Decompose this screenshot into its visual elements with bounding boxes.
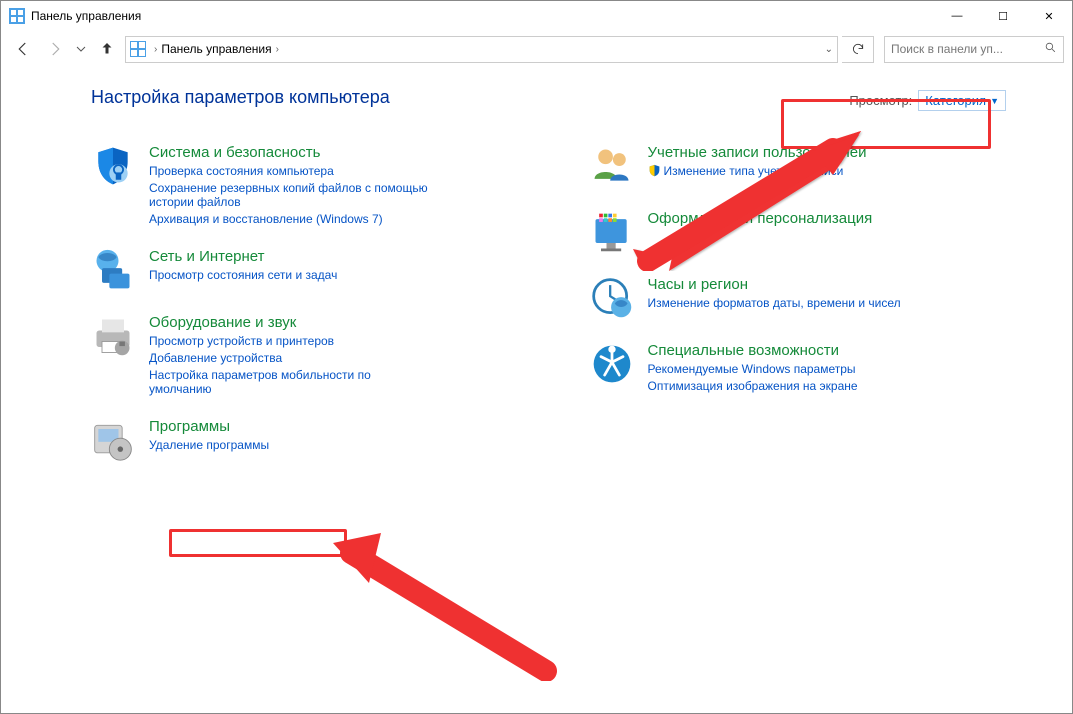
programs-icon	[91, 418, 135, 462]
category-appearance: Оформление и персонализация	[590, 210, 1033, 254]
forward-button[interactable]	[41, 35, 69, 63]
category-programs: Программы Удаление программы	[91, 418, 534, 462]
category-title[interactable]: Оборудование и звук	[149, 314, 429, 331]
refresh-button[interactable]	[842, 36, 874, 63]
category-title[interactable]: Система и безопасность	[149, 144, 439, 161]
category-user-accounts: Учетные записи пользователей Изменение т…	[590, 144, 1033, 188]
right-column: Учетные записи пользователей Изменение т…	[590, 144, 1033, 462]
content-header: Настройка параметров компьютера Просмотр…	[91, 87, 1032, 114]
window-controls: — ☐ ✕	[934, 1, 1072, 31]
category-title[interactable]: Сеть и Интернет	[149, 248, 337, 265]
navbar: › Панель управления › ⌄ Поиск в панели у…	[1, 31, 1072, 67]
category-link[interactable]: Изменение типа учетной записи	[648, 164, 867, 178]
left-column: Система и безопасность Проверка состояни…	[91, 144, 534, 462]
app-icon	[9, 8, 25, 24]
desktop-colors-icon	[590, 210, 634, 254]
clock-icon	[590, 276, 634, 320]
view-by-label: Просмотр:	[849, 93, 912, 108]
globe-icon	[91, 248, 135, 292]
breadcrumb-item[interactable]: Панель управления	[161, 42, 271, 56]
category-title[interactable]: Оформление и персонализация	[648, 210, 873, 227]
category-system-security: Система и безопасность Проверка состояни…	[91, 144, 534, 226]
view-by-dropdown[interactable]: Категория ▼	[918, 90, 1006, 111]
category-grid: Система и безопасность Проверка состояни…	[91, 144, 1032, 462]
control-panel-icon	[130, 41, 146, 57]
view-by-control: Просмотр: Категория ▼	[843, 87, 1012, 114]
uac-shield-icon	[648, 164, 661, 177]
category-clock-region: Часы и регион Изменение форматов даты, в…	[590, 276, 1033, 320]
category-network: Сеть и Интернет Просмотр состояния сети …	[91, 248, 534, 292]
back-button[interactable]	[9, 35, 37, 63]
category-link[interactable]: Настройка параметров мобильности по умол…	[149, 368, 429, 396]
category-link[interactable]: Просмотр устройств и принтеров	[149, 334, 429, 348]
category-hardware-sound: Оборудование и звук Просмотр устройств и…	[91, 314, 534, 396]
chevron-down-icon[interactable]: ⌄	[825, 44, 833, 55]
search-icon	[1044, 41, 1057, 57]
people-icon	[590, 144, 634, 188]
recent-dropdown[interactable]	[73, 35, 89, 63]
category-link[interactable]: Добавление устройства	[149, 351, 429, 365]
category-link[interactable]: Рекомендуемые Windows параметры	[648, 362, 858, 376]
category-title[interactable]: Программы	[149, 418, 269, 435]
category-title[interactable]: Часы и регион	[648, 276, 901, 293]
category-link[interactable]: Оптимизация изображения на экране	[648, 379, 858, 393]
window-title: Панель управления	[31, 9, 934, 23]
category-link[interactable]: Сохранение резервных копий файлов с помо…	[149, 181, 439, 209]
category-title[interactable]: Учетные записи пользователей	[648, 144, 867, 161]
category-title[interactable]: Специальные возможности	[648, 342, 858, 359]
chevron-right-icon: ›	[276, 44, 279, 55]
printer-icon	[91, 314, 135, 358]
up-button[interactable]	[93, 35, 121, 63]
category-link[interactable]: Архивация и восстановление (Windows 7)	[149, 212, 439, 226]
category-link[interactable]: Проверка состояния компьютера	[149, 164, 439, 178]
page-title: Настройка параметров компьютера	[91, 87, 390, 108]
minimize-button[interactable]: —	[934, 1, 980, 31]
maximize-button[interactable]: ☐	[980, 1, 1026, 31]
category-link-uninstall[interactable]: Удаление программы	[149, 438, 269, 452]
search-placeholder: Поиск в панели уп...	[891, 42, 1003, 56]
close-button[interactable]: ✕	[1026, 1, 1072, 31]
shield-icon	[91, 144, 135, 188]
category-link[interactable]: Изменение форматов даты, времени и чисел	[648, 296, 901, 310]
titlebar: Панель управления — ☐ ✕	[1, 1, 1072, 31]
search-input[interactable]: Поиск в панели уп...	[884, 36, 1064, 63]
breadcrumb[interactable]: › Панель управления › ⌄	[125, 36, 838, 63]
chevron-down-icon: ▼	[990, 96, 999, 106]
ease-of-access-icon	[590, 342, 634, 386]
chevron-right-icon: ›	[154, 44, 157, 55]
content-area: Настройка параметров компьютера Просмотр…	[1, 67, 1072, 711]
category-ease-of-access: Специальные возможности Рекомендуемые Wi…	[590, 342, 1033, 393]
category-link[interactable]: Просмотр состояния сети и задач	[149, 268, 337, 282]
